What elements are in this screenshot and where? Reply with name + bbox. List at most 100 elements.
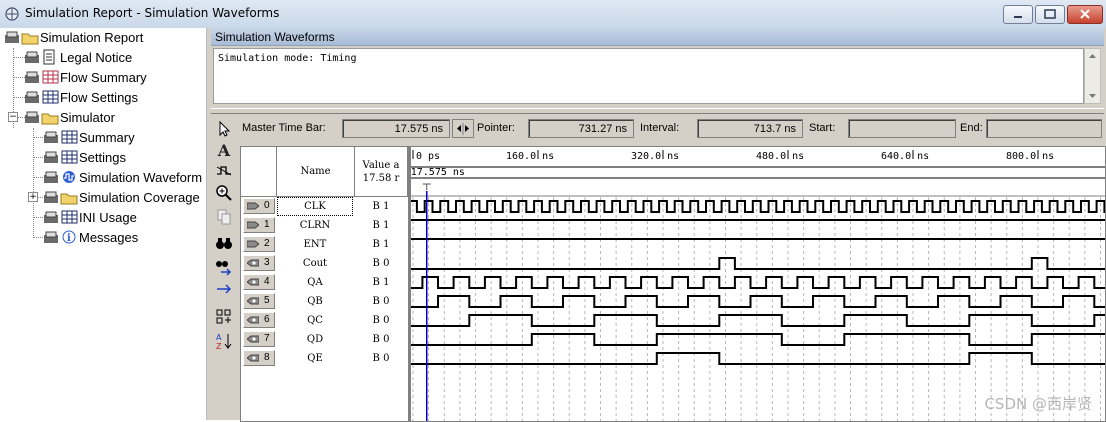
waveform-edit-button[interactable] [215, 162, 233, 180]
copy-button[interactable] [215, 208, 233, 226]
signal-name[interactable]: QD [277, 330, 353, 349]
scroll-arrows-icon [1089, 54, 1096, 98]
signal-name[interactable]: Cout [277, 254, 353, 273]
start-field[interactable] [848, 119, 956, 138]
tree-item-settings[interactable]: Settings [43, 148, 126, 166]
close-button[interactable] [1067, 5, 1103, 24]
sort-button[interactable]: AZ [215, 332, 233, 351]
signal-value: B 1 [372, 277, 390, 288]
waveform-edit-icon [216, 166, 232, 176]
signal-name[interactable]: QB [277, 292, 353, 311]
tree-item-simulator[interactable]: Simulator [24, 108, 115, 126]
binoculars-icon [216, 238, 232, 249]
zoom-tool-button[interactable] [215, 184, 233, 202]
text-tool-icon: A [217, 141, 231, 160]
signal-name[interactable]: QC [277, 311, 353, 330]
signal-index-cell[interactable]: 5 [243, 293, 275, 309]
tree-guide [33, 137, 43, 138]
name-column-header[interactable]: Name [277, 147, 355, 197]
signal-name[interactable]: ENT [277, 235, 353, 254]
signal-value: B 0 [372, 315, 390, 326]
signal-name[interactable]: QE [277, 349, 353, 368]
tree-guide [33, 177, 43, 178]
waveform-trace-qc [411, 314, 1105, 327]
tree-item-label: Summary [79, 129, 135, 145]
signal-index-cell[interactable]: 0 [243, 198, 275, 214]
tree-item-ini-usage[interactable]: INI Usage [43, 208, 137, 226]
waveform-trace-qe [411, 352, 1105, 365]
tree-item-flow-summary[interactable]: Flow Summary [24, 68, 147, 86]
find-next-button[interactable] [215, 258, 233, 276]
tree-item-summary[interactable]: Summary [43, 128, 135, 146]
signal-index: 5 [264, 295, 270, 306]
maximize-button[interactable] [1035, 5, 1065, 24]
signal-index-cell[interactable]: 1 [243, 217, 275, 233]
signal-index: 7 [264, 333, 270, 344]
table-icon [43, 209, 79, 225]
output-pin-icon [247, 278, 259, 286]
marker-label: 17.575 ns [411, 167, 465, 178]
waveform-canvas[interactable]: 0 ps 160.0 ns 320.0 ns 480.0 ns 640.0 ns 800.… [411, 147, 1105, 421]
signal-index: 3 [264, 257, 270, 268]
tree-item-simulation-waveform[interactable]: Simulation Waveform [43, 168, 202, 186]
info-icon: i [43, 229, 79, 245]
signal-index-cell[interactable]: 7 [243, 331, 275, 347]
marker-handle[interactable] [422, 183, 431, 190]
folder-report-icon [4, 29, 40, 45]
tree-item-legal-notice[interactable]: Legal Notice [24, 48, 132, 66]
ruler-tick-label: 640.0 ns [881, 151, 929, 162]
text-tool-button[interactable]: A [215, 142, 233, 160]
group-button[interactable] [215, 308, 233, 326]
master-time-stepper[interactable] [452, 119, 474, 138]
tree-item-flow-settings[interactable]: Flow Settings [24, 88, 138, 106]
name-header-label: Name [300, 166, 331, 177]
find-next-icon [216, 261, 232, 276]
tree-guide [33, 217, 43, 218]
waveform-trace-qa [411, 276, 1105, 289]
tree-item-messages[interactable]: i Messages [43, 228, 138, 246]
collapse-simulator-toggle[interactable]: − [8, 112, 18, 122]
signal-value: B 0 [372, 334, 390, 345]
group-icon [216, 309, 231, 324]
pane-divider[interactable] [211, 108, 1104, 114]
next-transition-button[interactable] [215, 280, 233, 298]
signal-index-cell[interactable]: 8 [243, 350, 275, 366]
ruler-tick-label: 800.0 ns [1006, 151, 1054, 162]
waveform-panel: Simulation Waveforms Simulation mode: Ti… [211, 28, 1106, 422]
tree-item-simulation-coverage[interactable]: Simulation Coverage [43, 188, 200, 206]
end-field[interactable] [986, 119, 1102, 138]
end-label: End: [960, 122, 983, 134]
tree-item-label: Flow Summary [60, 69, 147, 85]
table-icon [24, 69, 60, 85]
message-scrollbar[interactable] [1084, 48, 1101, 104]
signal-index-cell[interactable]: 3 [243, 255, 275, 271]
find-button[interactable] [215, 234, 233, 252]
signal-index-cell[interactable]: 2 [243, 236, 275, 252]
table-icon [43, 149, 79, 165]
signal-name[interactable]: CLK [277, 197, 353, 216]
master-time-field[interactable]: 17.575 ns [342, 119, 450, 138]
tree-guide [33, 157, 43, 158]
signal-index-cell[interactable]: 4 [243, 274, 275, 290]
input-pin-icon [247, 202, 259, 210]
minimize-button[interactable] [1003, 5, 1033, 24]
selection-tool-button[interactable] [215, 120, 233, 138]
output-pin-icon [247, 259, 259, 267]
panel-title: Simulation Waveforms [211, 28, 1104, 46]
signal-value: B 0 [372, 258, 390, 269]
right-arrow-icon [217, 284, 232, 294]
ruler-tick-label: 160.0 ns [506, 151, 554, 162]
output-pin-icon [247, 335, 259, 343]
signal-name[interactable]: QA [277, 273, 353, 292]
waveform-trace-cout [411, 257, 1105, 270]
tree-item-label: Simulation Coverage [79, 189, 200, 205]
value-column-header[interactable]: Value a 17.58 r [355, 147, 408, 197]
tree-item-simulation-report[interactable]: Simulation Report [4, 28, 143, 46]
signal-index-cell[interactable]: 6 [243, 312, 275, 328]
expand-coverage-toggle[interactable]: + [28, 192, 38, 202]
signal-name[interactable]: CLRN [277, 216, 353, 235]
tree-item-label: INI Usage [79, 209, 137, 225]
start-label: Start: [809, 122, 836, 134]
sort-az-icon: AZ [216, 333, 232, 351]
waveform-toolbar: A AZ [211, 116, 237, 420]
